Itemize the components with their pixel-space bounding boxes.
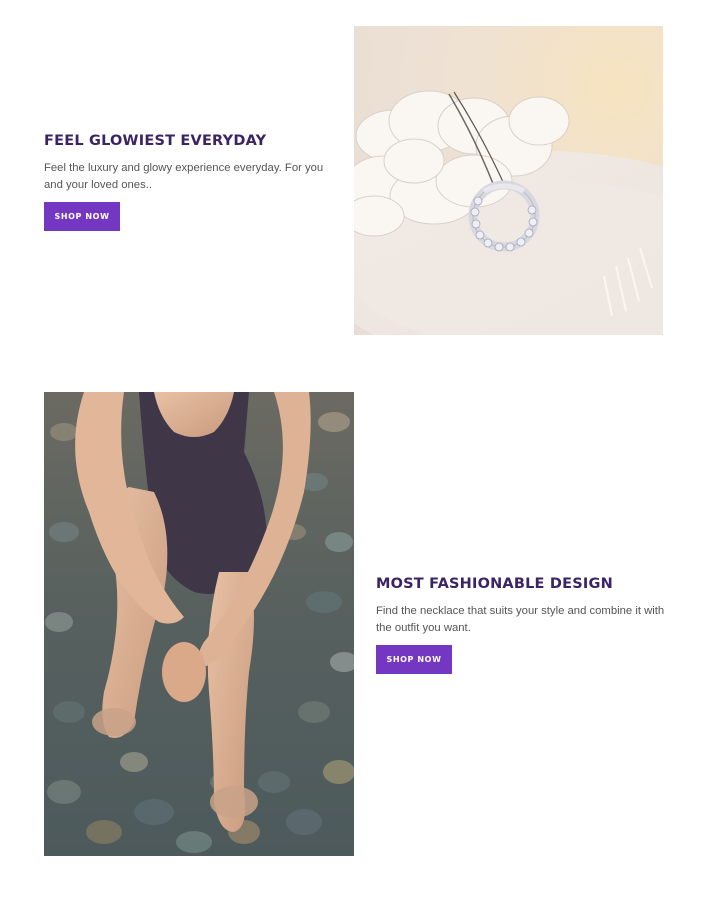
necklace-photo: [354, 26, 663, 335]
model-lifestyle-image: [44, 392, 354, 856]
feature-section-fashionable: MOST FASHIONABLE DESIGN Find the necklac…: [376, 574, 676, 674]
shop-now-button[interactable]: SHOP NOW: [376, 645, 452, 674]
model-photo: [44, 392, 354, 856]
shop-now-button[interactable]: SHOP NOW: [44, 202, 120, 231]
section-description: Find the necklace that suits your style …: [376, 605, 665, 634]
necklace-product-image: [354, 26, 663, 335]
section-heading: FEEL GLOWIEST EVERYDAY: [44, 133, 267, 149]
feature-section-glowiest: FEEL GLOWIEST EVERYDAY Feel the luxury a…: [44, 131, 344, 231]
section-heading: MOST FASHIONABLE DESIGN: [376, 576, 613, 592]
section-description: Feel the luxury and glowy experience eve…: [44, 162, 324, 191]
